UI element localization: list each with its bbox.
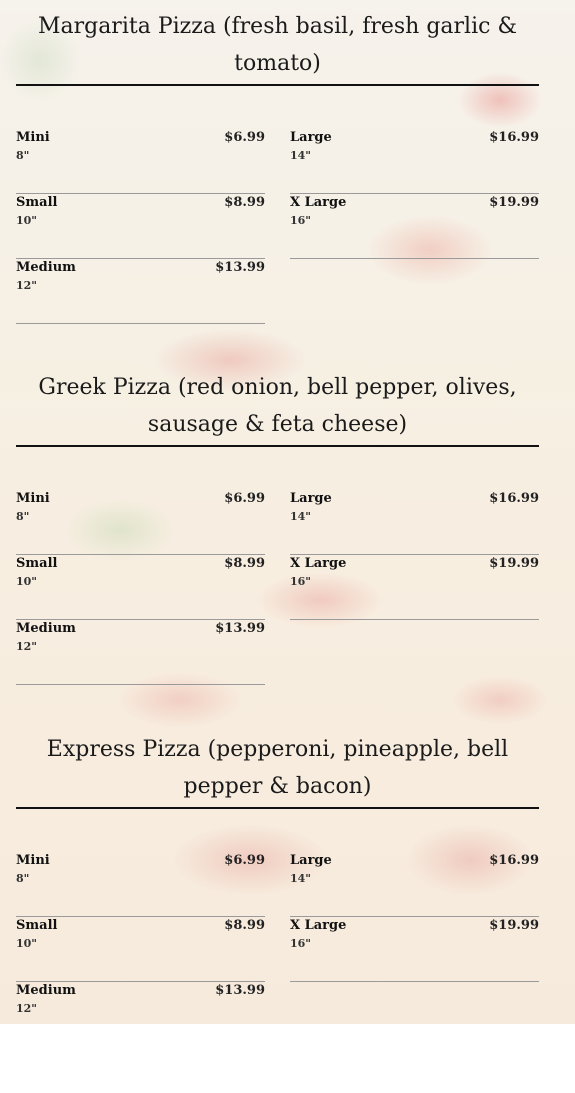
item-size: 8" [16,872,30,885]
item-price: $13.99 [215,983,265,998]
item-size: 12" [16,640,38,653]
item-size: 16" [290,575,312,588]
price-item: Large 14" $16.99 [290,491,539,555]
menu-content: Margarita Pizza (fresh basil, fresh garl… [0,0,575,1024]
item-divider [290,981,539,982]
item-price: $19.99 [489,195,539,210]
item-size: 12" [16,1002,38,1015]
item-size: 14" [290,510,312,523]
item-divider [16,193,265,194]
price-item: Small 10" $8.99 [16,918,265,982]
price-grid: Mini 8" $6.99 Large 14" $16.99 Small 10"… [16,853,539,1093]
section-divider [16,84,539,86]
item-name: X Large [290,195,347,210]
price-grid: Mini 8" $6.99 Large 14" $16.99 Small 10"… [16,491,539,731]
item-price: $13.99 [215,621,265,636]
item-name: Mini [16,853,50,868]
item-divider [16,981,265,982]
item-divider [290,258,539,259]
price-item: Small 10" $8.99 [16,195,265,259]
item-name: X Large [290,918,347,933]
item-size: 10" [16,214,38,227]
item-name: Small [16,918,58,933]
item-divider [16,916,265,917]
item-name: Medium [16,621,76,636]
menu-section-greek: Greek Pizza (red onion, bell pepper, oli… [16,369,539,731]
item-name: Mini [16,130,50,145]
price-item: Large 14" $16.99 [290,853,539,917]
item-divider [290,619,539,620]
menu-section-margarita: Margarita Pizza (fresh basil, fresh garl… [16,8,539,370]
section-title: Greek Pizza (red onion, bell pepper, oli… [38,375,517,437]
item-price: $13.99 [215,260,265,275]
item-price: $16.99 [489,853,539,868]
item-size: 14" [290,149,312,162]
item-divider [290,193,539,194]
item-price: $8.99 [224,556,265,571]
menu-section-express: Express Pizza (pepperoni, pineapple, bel… [16,731,539,1093]
item-name: Small [16,556,58,571]
item-divider [16,684,265,685]
price-item: Mini 8" $6.99 [16,130,265,194]
item-divider [290,554,539,555]
item-size: 10" [16,937,38,950]
item-price: $16.99 [489,491,539,506]
item-name: Large [290,853,332,868]
item-name: Small [16,195,58,210]
price-item: Medium 12" $13.99 [16,260,265,324]
item-price: $6.99 [224,491,265,506]
price-item: Small 10" $8.99 [16,556,265,620]
item-divider [16,619,265,620]
item-name: Large [290,491,332,506]
section-title: Margarita Pizza (fresh basil, fresh garl… [37,14,518,76]
price-item: Mini 8" $6.99 [16,491,265,555]
item-size: 8" [16,149,30,162]
price-item: Large 14" $16.99 [290,130,539,194]
item-divider [16,554,265,555]
price-item: Medium 12" $13.99 [16,983,265,1047]
section-divider [16,445,539,447]
item-name: X Large [290,556,347,571]
item-price: $8.99 [224,918,265,933]
item-name: Mini [16,491,50,506]
item-divider [16,323,265,324]
item-price: $16.99 [489,130,539,145]
item-size: 8" [16,510,30,523]
price-item: X Large 16" $19.99 [290,918,539,982]
item-size: 14" [290,872,312,885]
item-size: 16" [290,214,312,227]
item-name: Medium [16,260,76,275]
item-size: 10" [16,575,38,588]
item-divider [290,916,539,917]
item-price: $6.99 [224,130,265,145]
price-item: Mini 8" $6.99 [16,853,265,917]
item-size: 12" [16,279,38,292]
price-item: X Large 16" $19.99 [290,556,539,620]
item-name: Large [290,130,332,145]
price-grid: Mini 8" $6.99 Large 14" $16.99 Small 10"… [16,130,539,370]
section-divider [16,807,539,809]
item-divider [16,258,265,259]
item-size: 16" [290,937,312,950]
section-title: Express Pizza (pepperoni, pineapple, bel… [46,737,509,799]
item-price: $19.99 [489,556,539,571]
price-item: Medium 12" $13.99 [16,621,265,685]
item-price: $8.99 [224,195,265,210]
price-item: X Large 16" $19.99 [290,195,539,259]
item-name: Medium [16,983,76,998]
item-price: $19.99 [489,918,539,933]
item-price: $6.99 [224,853,265,868]
